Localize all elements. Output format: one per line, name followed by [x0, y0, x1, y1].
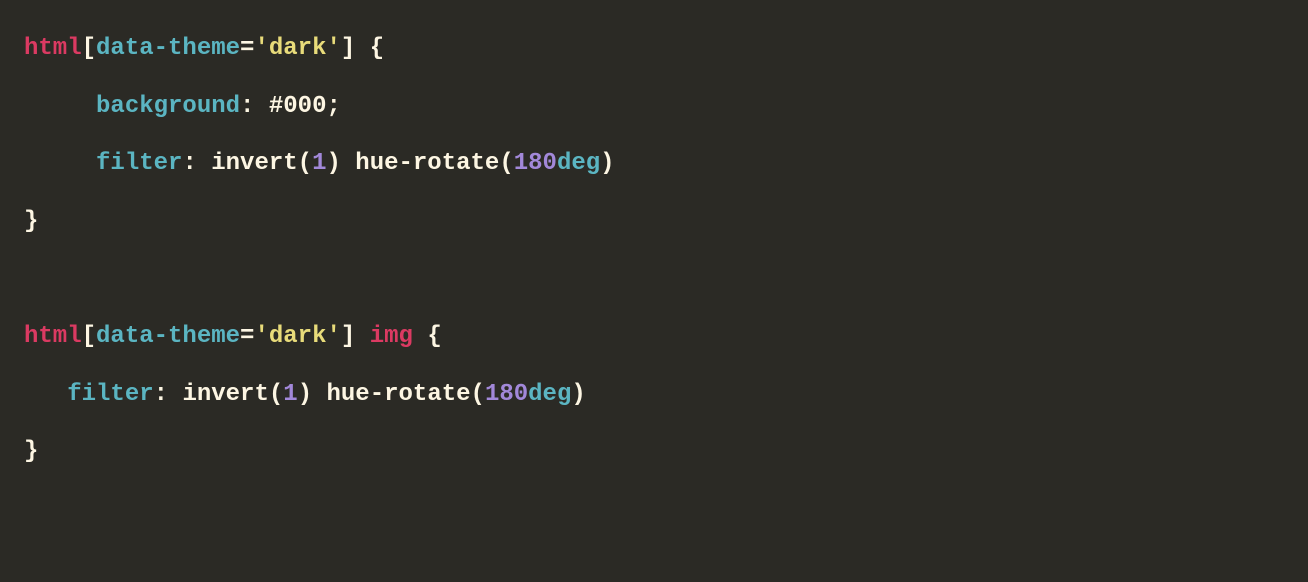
code-line: html[data-theme='dark'] img { [24, 323, 442, 350]
unit: deg [557, 150, 600, 177]
equals: = [240, 35, 254, 62]
number: 1 [312, 150, 326, 177]
code-line: } [24, 438, 38, 465]
selector-tag: img [370, 323, 413, 350]
paren-close: ) [571, 381, 585, 408]
code-block: html[data-theme='dark'] { background: #0… [24, 20, 1284, 481]
bracket-close: ] [341, 323, 355, 350]
quote: ' [326, 323, 340, 350]
code-line: } [24, 208, 38, 235]
paren-open: ( [269, 381, 283, 408]
number: 180 [485, 381, 528, 408]
bracket-close: ] [341, 35, 355, 62]
code-line: filter: invert(1) hue-rotate(180deg) [24, 150, 615, 177]
paren-close: ) [298, 381, 312, 408]
paren-close: ) [326, 150, 340, 177]
attr-value: dark [269, 35, 327, 62]
unit: deg [528, 381, 571, 408]
code-line: html[data-theme='dark'] { [24, 35, 384, 62]
brace-open: { [370, 35, 384, 62]
quote: ' [326, 35, 340, 62]
paren-open: ( [499, 150, 513, 177]
paren-close: ) [600, 150, 614, 177]
paren-open: ( [471, 381, 485, 408]
quote: ' [254, 323, 268, 350]
bracket-open: [ [82, 323, 96, 350]
equals: = [240, 323, 254, 350]
space [413, 323, 427, 350]
css-function: hue-rotate [341, 150, 499, 177]
colon: : [182, 150, 196, 177]
css-property: filter [67, 381, 153, 408]
bracket-open: [ [82, 35, 96, 62]
number: 180 [514, 150, 557, 177]
code-line: filter: invert(1) hue-rotate(180deg) [24, 381, 586, 408]
semicolon: ; [326, 93, 340, 120]
css-function: invert [197, 150, 298, 177]
css-property: filter [96, 150, 182, 177]
paren-open: ( [298, 150, 312, 177]
brace-close: } [24, 208, 38, 235]
css-function: invert [168, 381, 269, 408]
space [355, 35, 369, 62]
colon: : [154, 381, 168, 408]
number: 1 [283, 381, 297, 408]
code-line: background: #000; [24, 93, 341, 120]
quote: ' [254, 35, 268, 62]
space [355, 323, 369, 350]
brace-close: } [24, 438, 38, 465]
css-property: background [96, 93, 240, 120]
css-value: #000 [254, 93, 326, 120]
attr-name: data-theme [96, 323, 240, 350]
selector-tag: html [24, 35, 82, 62]
css-function: hue-rotate [312, 381, 470, 408]
attr-value: dark [269, 323, 327, 350]
colon: : [240, 93, 254, 120]
attr-name: data-theme [96, 35, 240, 62]
selector-tag: html [24, 323, 82, 350]
brace-open: { [427, 323, 441, 350]
